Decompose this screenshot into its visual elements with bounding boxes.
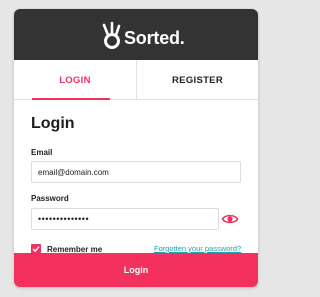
forgot-password-link[interactable]: Forgotten your password? — [154, 244, 241, 253]
email-label: Email — [31, 148, 53, 157]
email-field[interactable] — [31, 161, 241, 183]
checkmark-icon — [32, 246, 40, 253]
password-field[interactable] — [31, 208, 219, 230]
show-password-eye-icon[interactable] — [221, 210, 239, 228]
form-layer: Email Password Remember me Forgotten you… — [14, 9, 258, 287]
login-button[interactable]: Login — [14, 253, 258, 287]
password-label: Password — [31, 194, 69, 203]
